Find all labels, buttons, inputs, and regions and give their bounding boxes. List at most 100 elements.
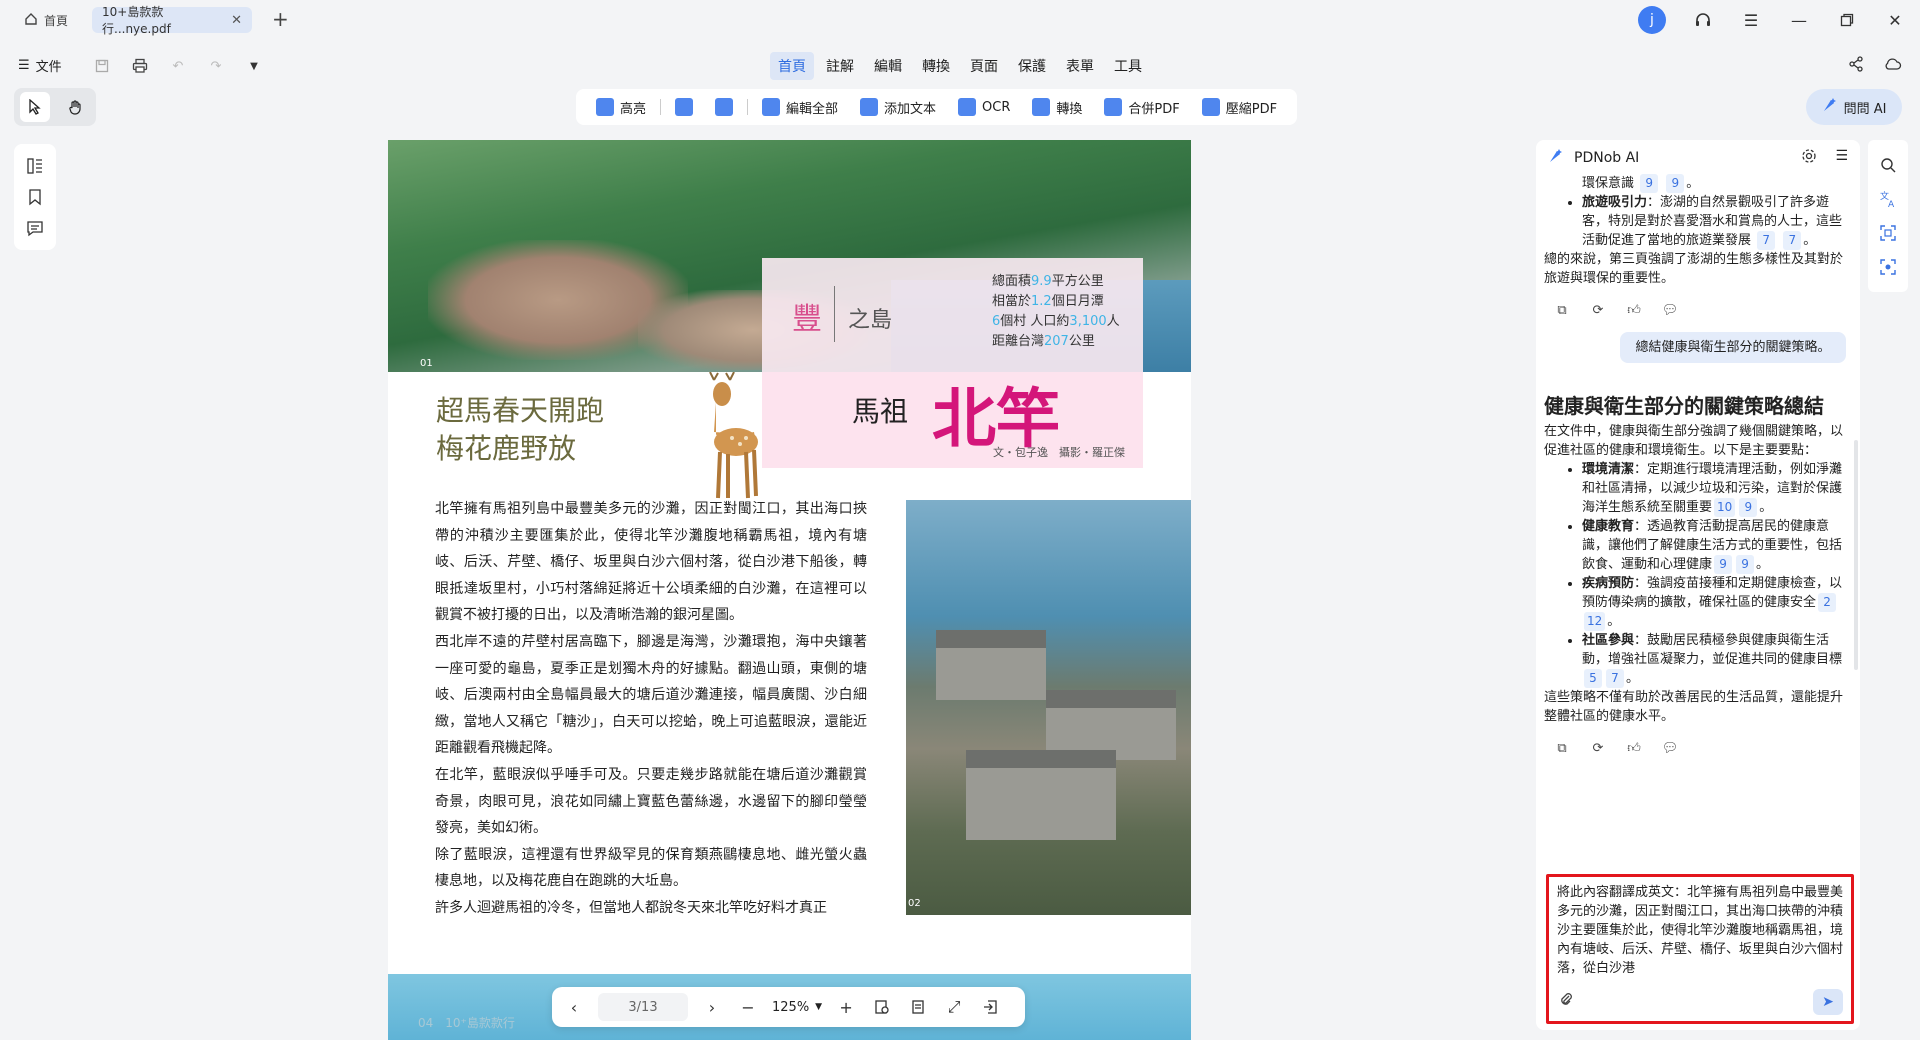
scrollbar[interactable] <box>1854 440 1858 670</box>
convert-label: 轉換 <box>1056 101 1083 117</box>
ai-conversation: 環保意識 9 9。 旅遊吸引力：澎湖的自然景觀吸引了許多遊客，特別是對於喜愛潛水… <box>1544 174 1850 992</box>
underline-button[interactable] <box>667 94 701 120</box>
attachment-icon[interactable] <box>1559 991 1573 1013</box>
menu-form[interactable]: 表單 <box>1058 52 1102 80</box>
copy-icon[interactable]: ⧉ <box>1554 740 1570 756</box>
ocr-button[interactable]: OCR <box>950 94 1018 120</box>
convert-button[interactable]: 轉換 <box>1024 94 1090 121</box>
hamburger-icon: ☰ <box>18 58 30 73</box>
dropdown-icon[interactable]: ▼ <box>244 56 264 76</box>
menu-icon[interactable]: ☰ <box>1740 9 1762 31</box>
citation-badge[interactable]: 5 <box>1584 669 1602 688</box>
menu-edit[interactable]: 編輯 <box>866 52 910 80</box>
select-pointer-icon[interactable] <box>19 92 50 122</box>
save-icon[interactable] <box>92 56 112 76</box>
search-icon[interactable] <box>1877 154 1899 176</box>
user-message: 總結健康與衛生部分的關鍵策略。 <box>1620 332 1846 363</box>
comment-icon[interactable] <box>24 217 46 239</box>
zoom-in-icon[interactable]: + <box>834 995 858 1019</box>
send-button[interactable]: ➤ <box>1813 989 1843 1015</box>
citation-badge[interactable]: 9 <box>1640 174 1659 193</box>
citation-badge[interactable]: 9 <box>1714 555 1733 574</box>
close-window-icon[interactable]: ✕ <box>1884 9 1906 31</box>
citation-badge[interactable]: 10 <box>1714 498 1736 517</box>
avatar[interactable]: j <box>1638 6 1666 34</box>
thumbnails-icon[interactable] <box>24 155 46 177</box>
divider <box>834 286 835 342</box>
print-icon[interactable] <box>130 56 150 76</box>
citation-badge[interactable]: 9 <box>1736 555 1755 574</box>
highlight-button[interactable]: 高亮 <box>588 94 654 121</box>
thumbs-up-icon[interactable]: 👍︎ <box>1626 740 1642 756</box>
zoom-value: 125% <box>772 999 810 1015</box>
page-number-input[interactable]: 3/13 <box>598 993 688 1021</box>
citation-badge[interactable]: 9 <box>1666 174 1685 193</box>
thumbs-down-icon[interactable]: 💬︎ <box>1662 302 1679 318</box>
thumbs-up-icon[interactable]: 👍︎ <box>1626 302 1642 318</box>
prev-page-icon[interactable]: ‹ <box>562 995 586 1019</box>
list-icon[interactable]: ☰ <box>1835 148 1848 168</box>
file-menu[interactable]: ☰ 文件 <box>18 56 62 75</box>
citation-badge[interactable]: 2 <box>1818 593 1837 612</box>
single-page-icon[interactable] <box>906 995 930 1019</box>
regenerate-icon[interactable]: ⟳ <box>1590 740 1606 756</box>
ai-scan-icon[interactable] <box>1877 256 1899 278</box>
headset-icon[interactable] <box>1692 9 1714 31</box>
subtitle-line: 超馬春天開跑 <box>436 394 605 427</box>
tab-document[interactable]: 10+島款款行...nye.pdf ✕ <box>92 5 252 36</box>
citation-badge[interactable]: 7 <box>1757 231 1776 250</box>
compress-pdf-button[interactable]: 壓縮PDF <box>1194 94 1285 121</box>
convert-icon <box>1032 98 1051 116</box>
fullscreen-icon[interactable]: ⤢ <box>942 995 966 1019</box>
eraser-button[interactable] <box>707 94 741 120</box>
redo-icon[interactable]: ↷ <box>206 56 226 76</box>
share-icon[interactable] <box>1848 56 1864 76</box>
restore-icon[interactable] <box>1836 9 1858 31</box>
menu-tools[interactable]: 工具 <box>1106 52 1150 80</box>
new-tab-button[interactable]: + <box>272 8 289 30</box>
thumbs-down-icon[interactable]: 💬︎ <box>1662 740 1679 756</box>
ai-prompt-text[interactable]: 將此內容翻譯成英文：北竿擁有馬祖列島中最豐美多元的沙灘，因正對閩江口，其出海口挾… <box>1557 883 1843 983</box>
menu-home[interactable]: 首頁 <box>770 52 814 80</box>
next-page-icon[interactable]: › <box>700 995 724 1019</box>
settings-icon[interactable] <box>1801 148 1817 168</box>
translate-icon[interactable]: 文A <box>1877 188 1899 210</box>
undo-icon[interactable]: ↶ <box>168 56 188 76</box>
merge-icon <box>1104 98 1123 116</box>
hand-icon[interactable] <box>61 92 91 122</box>
copy-icon[interactable]: ⧉ <box>1554 302 1570 318</box>
fit-page-icon[interactable] <box>870 995 894 1019</box>
citation-badge[interactable]: 9 <box>1739 498 1758 517</box>
menu-protect[interactable]: 保護 <box>1010 52 1054 80</box>
edit-all-button[interactable]: 編輯全部 <box>754 94 846 121</box>
add-text-button[interactable]: 添加文本 <box>852 94 944 121</box>
stat-line: 總面積9.9平方公里 <box>992 274 1104 289</box>
compress-label: 壓縮PDF <box>1225 101 1278 117</box>
bookmark-icon[interactable] <box>24 186 46 208</box>
merge-pdf-button[interactable]: 合併PDF <box>1096 94 1187 121</box>
citation-badge[interactable]: 12 <box>1584 612 1606 631</box>
citation-badge[interactable]: 7 <box>1606 669 1624 688</box>
headline-box: 馬祖 北竿 文・包子逸 攝影・羅正傑 <box>762 372 1143 468</box>
menu-page[interactable]: 頁面 <box>962 52 1006 80</box>
highlight-label: 高亮 <box>620 101 647 117</box>
ask-ai-label: 問問 AI <box>1843 101 1887 117</box>
ai-prompt-input[interactable]: 將此內容翻譯成英文：北竿擁有馬祖列島中最豐美多元的沙灘，因正對閩江口，其出海口挾… <box>1546 874 1854 1024</box>
exit-icon[interactable] <box>978 995 1002 1019</box>
menu-convert[interactable]: 轉換 <box>914 52 958 80</box>
regenerate-icon[interactable]: ⟳ <box>1590 302 1606 318</box>
divider <box>747 99 749 115</box>
close-icon[interactable]: ✕ <box>231 13 242 28</box>
pdf-page: 01 豐 之島 總面積9.9平方公里 相當於1.2個日月潭 6個村 人口約3,1… <box>388 140 1191 1040</box>
tab-home[interactable]: 首頁 <box>14 7 78 33</box>
minimize-icon[interactable]: — <box>1788 9 1810 31</box>
ask-ai-button[interactable]: 問問 AI <box>1806 89 1902 125</box>
citation-badge[interactable]: 7 <box>1783 231 1802 250</box>
scan-icon[interactable] <box>1877 222 1899 244</box>
zoom-select[interactable]: 125% ▼ <box>772 1000 822 1015</box>
answer-list: 環境清潔：定期進行環境清理活動，例如淨灘和社區清掃，以減少垃圾和污染，這對於保護… <box>1544 460 1850 688</box>
zoom-out-icon[interactable]: − <box>736 995 760 1019</box>
ocr-label: OCR <box>982 99 1011 115</box>
cloud-icon[interactable] <box>1884 56 1902 76</box>
menu-annotate[interactable]: 註解 <box>818 52 862 80</box>
